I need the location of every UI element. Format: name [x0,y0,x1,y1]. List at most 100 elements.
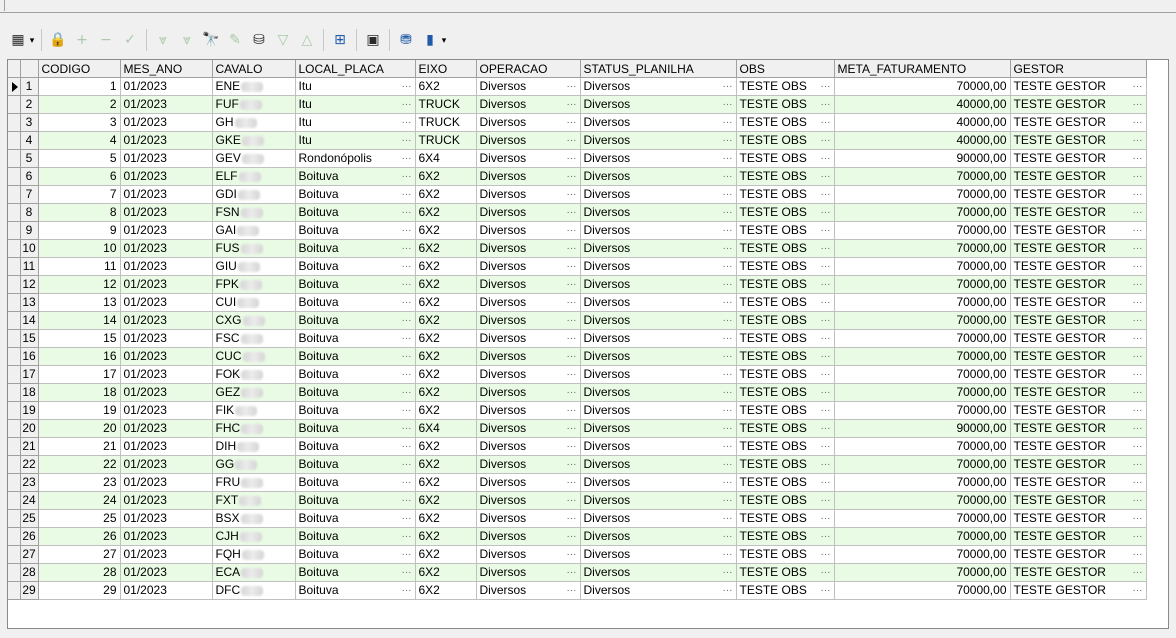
cell-obs[interactable]: ··· TESTE OBS [736,239,835,258]
cell-local-placa[interactable]: ··· Boituva [295,581,416,600]
ellipsis-icon[interactable]: ··· [1133,240,1143,257]
cell-meta-faturamento[interactable]: 70000,00 [834,329,1011,348]
ellipsis-icon[interactable]: ··· [821,150,831,167]
cell-mes-ano[interactable]: 01/2023 [120,131,213,150]
cell-meta-faturamento[interactable]: 70000,00 [834,257,1011,276]
cell-cavalo[interactable]: GEV [212,149,296,168]
ellipsis-icon[interactable]: ··· [567,132,577,149]
ellipsis-icon[interactable]: ··· [402,294,412,311]
row-indicator[interactable] [8,329,21,348]
row-indicator[interactable] [8,365,21,384]
ellipsis-icon[interactable]: ··· [1133,330,1143,347]
cell-operacao[interactable]: ··· Diversos [476,455,581,474]
cell-obs[interactable]: ··· TESTE OBS [736,473,835,492]
ellipsis-icon[interactable]: ··· [821,204,831,221]
cell-cavalo[interactable]: GG [212,455,296,474]
ellipsis-icon[interactable]: ··· [1133,150,1143,167]
cell-eixo[interactable]: 6X2 [415,311,477,330]
cell-operacao[interactable]: ··· Diversos [476,131,581,150]
ellipsis-icon[interactable]: ··· [567,456,577,473]
cell-obs[interactable]: ··· TESTE OBS [736,149,835,168]
table-row[interactable]: 26 26 01/2023 CJH ··· Boituva 6X2 ··· Diversos ··… [8,527,1153,546]
row-indicator[interactable] [8,455,21,474]
ellipsis-icon[interactable]: ··· [1133,168,1143,185]
cell-meta-faturamento[interactable]: 70000,00 [834,383,1011,402]
cell-operacao[interactable]: ··· Diversos [476,401,581,420]
cell-mes-ano[interactable]: 01/2023 [120,293,213,312]
cell-status-planilha[interactable]: ··· Diversos [580,275,737,294]
ellipsis-icon[interactable]: ··· [723,402,733,419]
cell-obs[interactable]: ··· TESTE OBS [736,257,835,276]
table-row[interactable]: 2 2 01/2023 FUF ··· Itu TRUCK ··· Diversos ··· Div… [8,95,1153,114]
tree-button[interactable]: ⊞ [329,28,351,52]
cell-local-placa[interactable]: ··· Boituva [295,473,416,492]
cell-eixo[interactable]: 6X2 [415,437,477,456]
chevron-down-icon[interactable]: ▾ [27,35,37,46]
cell-mes-ano[interactable]: 01/2023 [120,257,213,276]
ellipsis-icon[interactable]: ··· [1133,348,1143,365]
ellipsis-icon[interactable]: ··· [723,420,733,437]
cell-local-placa[interactable]: ··· Boituva [295,383,416,402]
ellipsis-icon[interactable]: ··· [1133,222,1143,239]
row-indicator[interactable] [8,221,21,240]
cell-eixo[interactable]: 6X2 [415,257,477,276]
table-row[interactable]: 20 20 01/2023 FHC ··· Boituva 6X4 ··· Diversos ··… [8,419,1153,438]
ellipsis-icon[interactable]: ··· [402,168,412,185]
cell-local-placa[interactable]: ··· Boituva [295,509,416,528]
row-indicator[interactable] [8,77,21,96]
table-row[interactable]: 10 10 01/2023 FUS ··· Boituva 6X2 ··· Diversos ··… [8,239,1153,258]
table-row[interactable]: 3 3 01/2023 GH ··· Itu TRUCK ··· Diversos ··· Dive… [8,113,1153,132]
cell-codigo[interactable]: 14 [38,311,121,330]
ellipsis-icon[interactable]: ··· [567,582,577,599]
save-button[interactable]: ▣ [362,28,384,52]
cell-gestor[interactable]: ··· TESTE GESTOR [1010,113,1147,132]
cell-gestor[interactable]: ··· TESTE GESTOR [1010,563,1147,582]
row-indicator[interactable] [8,113,21,132]
ellipsis-icon[interactable]: ··· [723,474,733,491]
table-row[interactable]: 29 29 01/2023 DFC ··· Boituva 6X2 ··· Diversos ··… [8,581,1153,600]
cell-codigo[interactable]: 16 [38,347,121,366]
ellipsis-icon[interactable]: ··· [723,528,733,545]
cell-meta-faturamento[interactable]: 70000,00 [834,527,1011,546]
ellipsis-icon[interactable]: ··· [821,222,831,239]
cell-local-placa[interactable]: ··· Boituva [295,419,416,438]
cell-gestor[interactable]: ··· TESTE GESTOR [1010,347,1147,366]
table-row[interactable]: 27 27 01/2023 FQH ··· Boituva 6X2 ··· Diversos ··… [8,545,1153,564]
col-header-mes-ano[interactable]: MES_ANO [120,60,213,78]
cell-mes-ano[interactable]: 01/2023 [120,95,213,114]
ellipsis-icon[interactable]: ··· [402,348,412,365]
data-grid[interactable]: CODIGO MES_ANO CAVALO LOCAL_PLACA EIXO O… [7,59,1169,629]
cell-meta-faturamento[interactable]: 90000,00 [834,419,1011,438]
cell-meta-faturamento[interactable]: 70000,00 [834,77,1011,96]
ellipsis-icon[interactable]: ··· [1133,456,1143,473]
ellipsis-icon[interactable]: ··· [821,96,831,113]
row-indicator[interactable] [8,545,21,564]
col-header-gestor[interactable]: GESTOR [1010,60,1147,78]
ellipsis-icon[interactable]: ··· [567,384,577,401]
cell-mes-ano[interactable]: 01/2023 [120,311,213,330]
cell-eixo[interactable]: TRUCK [415,131,477,150]
cell-codigo[interactable]: 7 [38,185,121,204]
table-row[interactable]: 16 16 01/2023 CUC ··· Boituva 6X2 ··· Diversos ··… [8,347,1153,366]
ellipsis-icon[interactable]: ··· [723,222,733,239]
cell-operacao[interactable]: ··· Diversos [476,221,581,240]
cell-cavalo[interactable]: FQH [212,545,296,564]
ellipsis-icon[interactable]: ··· [821,402,831,419]
filter-clear-button[interactable]: ⩔ [176,28,198,52]
cell-meta-faturamento[interactable]: 70000,00 [834,491,1011,510]
cell-codigo[interactable]: 24 [38,491,121,510]
ellipsis-icon[interactable]: ··· [1133,474,1143,491]
cell-meta-faturamento[interactable]: 40000,00 [834,113,1011,132]
cell-local-placa[interactable]: ··· Boituva [295,221,416,240]
cell-codigo[interactable]: 6 [38,167,121,186]
ellipsis-icon[interactable]: ··· [402,528,412,545]
row-indicator[interactable] [8,185,21,204]
ellipsis-icon[interactable]: ··· [821,186,831,203]
ellipsis-icon[interactable]: ··· [821,132,831,149]
sort-desc-button[interactable]: ▽ [272,28,294,52]
cell-codigo[interactable]: 8 [38,203,121,222]
col-header-cavalo[interactable]: CAVALO [212,60,296,78]
cell-meta-faturamento[interactable]: 70000,00 [834,473,1011,492]
cell-meta-faturamento[interactable]: 70000,00 [834,563,1011,582]
ellipsis-icon[interactable]: ··· [821,294,831,311]
